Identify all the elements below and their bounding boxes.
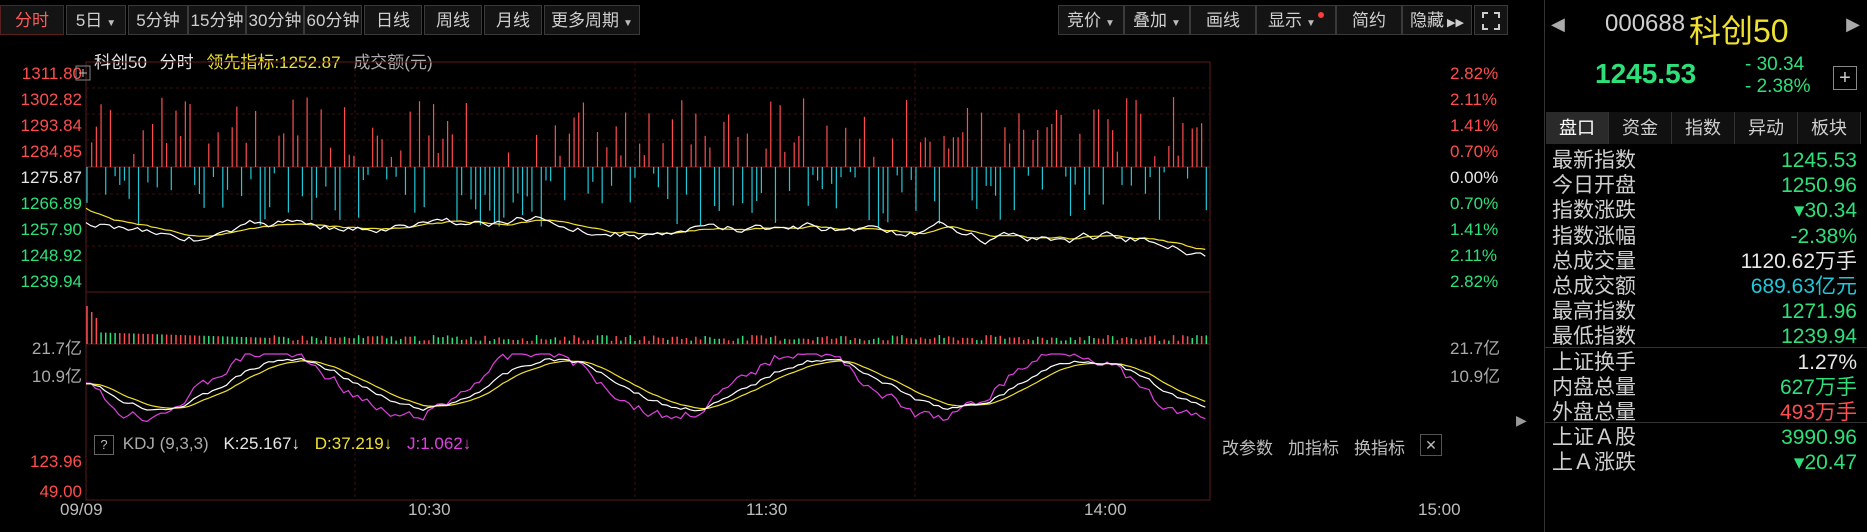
kdj-d-line <box>85 360 1206 410</box>
collapse-handle-icon[interactable]: ▶ <box>1516 412 1527 429</box>
chevron-down-icon: ▼ <box>1105 18 1115 29</box>
notification-dot <box>1317 12 1324 18</box>
tab-weekly[interactable]: 周线 <box>424 5 482 35</box>
lead-indicator-line <box>85 207 1206 250</box>
tab-15min[interactable]: 15分钟 <box>188 5 246 35</box>
panel-tabs: 盘口 资金 指数 异动 板块 <box>1546 112 1864 144</box>
volume-panel-frame <box>85 291 1211 345</box>
overlay-dropdown[interactable]: 叠加 ▼ <box>1124 5 1190 35</box>
index-code: 000688 <box>1605 10 1686 37</box>
next-arrow-icon[interactable]: ▶ <box>1846 14 1860 35</box>
tab-60min[interactable]: 60分钟 <box>304 5 362 35</box>
chevron-down-icon: ▼ <box>1171 18 1181 29</box>
tab-monthly[interactable]: 月线 <box>484 5 542 35</box>
fullscreen-icon <box>1482 12 1500 30</box>
period-toolbar: 分时 5日 ▼ 5分钟 15分钟 30分钟 60分钟 日线 周线 月线 更多周期 ▼… <box>0 0 1530 44</box>
chevron-down-icon: ▼ <box>1306 18 1316 29</box>
more-periods-dropdown[interactable]: 更多周期 ▼ <box>544 5 640 35</box>
auction-dropdown[interactable]: 竞价 ▼ <box>1058 5 1124 35</box>
prev-arrow-icon[interactable]: ◀ <box>1551 14 1565 35</box>
tab-index[interactable]: 指数 <box>1672 112 1735 144</box>
tab-movers[interactable]: 异动 <box>1735 112 1798 144</box>
chevron-down-icon: ▼ <box>623 18 633 29</box>
tab-5day[interactable]: 5日 ▼ <box>66 5 126 35</box>
quote-row-value: ▾20.47 <box>1793 451 1857 475</box>
simple-button[interactable]: 简约 <box>1336 5 1402 35</box>
quote-stats-list: 最新指数 1245.53 今日开盘 1250.96 指数涨跌 ▾30.34 指数涨幅 -2.3… <box>1544 146 1867 532</box>
change-value: - 30.34 <box>1745 54 1805 75</box>
tab-sectors[interactable]: 板块 <box>1798 112 1861 144</box>
fullscreen-button[interactable] <box>1474 5 1508 35</box>
index-title: 科创50 <box>1689 13 1789 49</box>
current-price: 1245.53 <box>1595 58 1697 89</box>
kdj-j-line <box>85 353 1206 423</box>
kdj-k-line <box>86 357 1206 412</box>
add-watchlist-button[interactable]: + <box>1833 66 1857 90</box>
tab-funds[interactable]: 资金 <box>1609 112 1672 144</box>
tab-daily[interactable]: 日线 <box>364 5 422 35</box>
display-dropdown[interactable]: 显示 ▼ <box>1256 5 1336 35</box>
double-chevron-right-icon: ▶▶ <box>1447 17 1464 29</box>
quote-row-label: 上Ａ涨跌 <box>1552 451 1636 475</box>
tab-5min[interactable]: 5分钟 <box>128 5 188 35</box>
tab-30min[interactable]: 30分钟 <box>246 5 304 35</box>
kdj-panel-frame <box>85 343 1211 501</box>
hide-button[interactable]: 隐藏 ▶▶ <box>1402 5 1472 35</box>
tab-intraday[interactable]: 分时 <box>0 5 64 35</box>
chevron-down-icon: ▼ <box>106 18 117 29</box>
intraday-chart[interactable] <box>0 44 1540 532</box>
draw-button[interactable]: 画线 <box>1190 5 1256 35</box>
quote-row: 上Ａ涨跌 ▾20.47 <box>1544 448 1867 478</box>
change-percent: - 2.38% <box>1745 76 1811 97</box>
tab-order-book[interactable]: 盘口 <box>1546 112 1609 144</box>
price-line <box>85 215 1206 257</box>
price-panel-frame <box>85 61 1211 293</box>
